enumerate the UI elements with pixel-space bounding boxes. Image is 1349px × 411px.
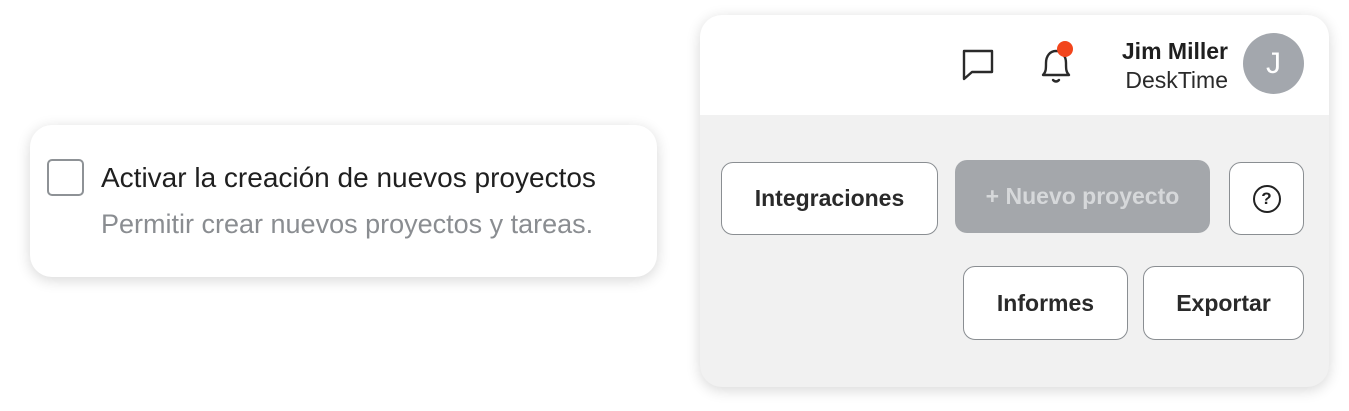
user-company: DeskTime	[1125, 67, 1228, 93]
new-project-button[interactable]: + Nuevo proyecto	[955, 160, 1210, 233]
integrations-button[interactable]: Integraciones	[721, 162, 938, 235]
enable-project-creation-checkbox[interactable]	[47, 159, 84, 196]
user-name: Jim Miller	[1121, 38, 1228, 64]
help-button[interactable]: ?	[1229, 162, 1304, 235]
top-header: Jim Miller DeskTime J	[700, 15, 1329, 115]
setting-description: Permitir crear nuevos proyectos y tareas…	[101, 209, 594, 239]
avatar[interactable]: J	[1243, 33, 1304, 94]
projects-toolbar-panel: Jim Miller DeskTime J Integraciones + Nu…	[700, 15, 1329, 387]
bell-icon[interactable]	[1034, 41, 1078, 87]
export-button[interactable]: Exportar	[1143, 266, 1304, 340]
setting-title: Activar la creación de nuevos proyectos	[101, 162, 596, 193]
reports-button[interactable]: Informes	[963, 266, 1128, 340]
question-circle-icon: ?	[1252, 184, 1281, 213]
notification-dot	[1057, 41, 1073, 57]
project-creation-setting-card: Activar la creación de nuevos proyectos …	[30, 125, 657, 277]
chat-bubble-icon[interactable]	[956, 43, 1000, 87]
